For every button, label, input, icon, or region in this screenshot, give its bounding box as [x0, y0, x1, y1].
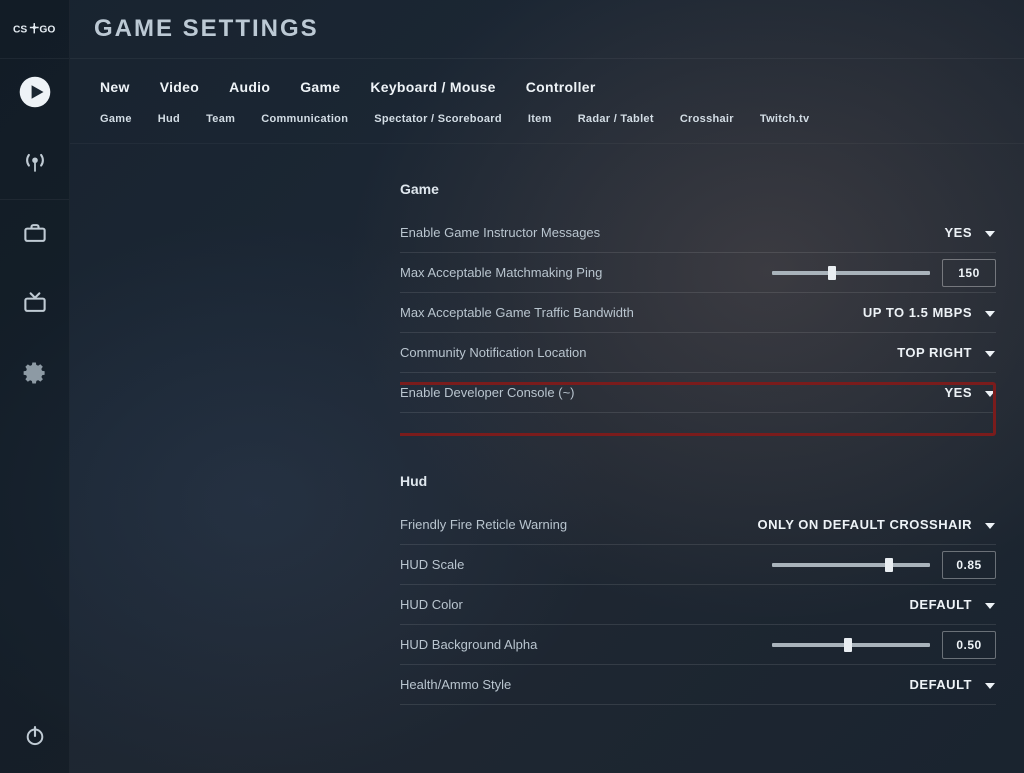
briefcase-icon	[21, 219, 49, 252]
left-rail: CS GO	[0, 0, 70, 773]
subtab-radar[interactable]: Radar / Tablet	[578, 113, 654, 125]
subtab-game[interactable]: Game	[100, 113, 132, 125]
tabs-main: New Video Audio Game Keyboard / Mouse Co…	[70, 59, 1024, 109]
tab-audio[interactable]: Audio	[229, 79, 270, 95]
tab-game[interactable]: Game	[300, 79, 340, 95]
row-label: Max Acceptable Matchmaking Ping	[400, 265, 772, 280]
tabs-sub: Game Hud Team Communication Spectator / …	[70, 109, 1024, 144]
chevron-down-icon	[984, 599, 996, 611]
row-label: Enable Game Instructor Messages	[400, 225, 944, 240]
subtab-team[interactable]: Team	[206, 113, 235, 125]
nav-play[interactable]	[0, 59, 70, 129]
tv-icon	[21, 289, 49, 322]
dropdown-notif[interactable]: TOP RIGHT	[897, 345, 996, 360]
nav-watch[interactable]	[0, 270, 70, 340]
subtab-hud[interactable]: Hud	[158, 113, 180, 125]
subtab-comm[interactable]: Communication	[261, 113, 348, 125]
subtab-crosshair[interactable]: Crosshair	[680, 113, 734, 125]
row-instructor: Enable Game Instructor Messages YES	[400, 213, 996, 253]
dropdown-value: DEFAULT	[910, 597, 972, 612]
tab-controller[interactable]: Controller	[526, 79, 596, 95]
row-label: HUD Background Alpha	[400, 637, 772, 652]
slider-control: 150	[772, 259, 996, 287]
slider-ping[interactable]	[772, 271, 930, 275]
row-ping: Max Acceptable Matchmaking Ping 150	[400, 253, 996, 293]
value-box[interactable]: 0.50	[942, 631, 996, 659]
row-ff: Friendly Fire Reticle Warning ONLY ON DE…	[400, 505, 996, 545]
row-bandwidth: Max Acceptable Game Traffic Bandwidth UP…	[400, 293, 996, 333]
nav-inventory[interactable]	[0, 200, 70, 270]
row-console: Enable Developer Console (~) YES	[400, 373, 996, 413]
logo: CS GO	[0, 0, 69, 58]
row-alpha: HUD Background Alpha 0.50	[400, 625, 996, 665]
page-title: GAME SETTINGS	[94, 15, 319, 43]
row-label: Health/Ammo Style	[400, 677, 910, 692]
dropdown-value: DEFAULT	[910, 677, 972, 692]
dropdown-value: UP TO 1.5 MBPS	[863, 305, 972, 320]
slider-thumb[interactable]	[828, 266, 836, 280]
settings-panel: Game Enable Game Instructor Messages YES…	[400, 177, 996, 773]
slider-scale[interactable]	[772, 563, 930, 567]
dropdown-bandwidth[interactable]: UP TO 1.5 MBPS	[863, 305, 996, 320]
row-label: Max Acceptable Game Traffic Bandwidth	[400, 305, 863, 320]
dropdown-value: YES	[944, 225, 972, 240]
dropdown-value: ONLY ON DEFAULT CROSSHAIR	[757, 517, 972, 532]
chevron-down-icon	[984, 227, 996, 239]
row-label: HUD Scale	[400, 557, 772, 572]
dropdown-health[interactable]: DEFAULT	[910, 677, 996, 692]
subtab-twitch[interactable]: Twitch.tv	[760, 113, 810, 125]
svg-text:CS: CS	[13, 25, 27, 36]
slider-alpha[interactable]	[772, 643, 930, 647]
row-color: HUD Color DEFAULT	[400, 585, 996, 625]
dropdown-instructor[interactable]: YES	[944, 225, 996, 240]
play-icon	[18, 75, 52, 114]
chevron-down-icon	[984, 347, 996, 359]
dropdown-ff[interactable]: ONLY ON DEFAULT CROSSHAIR	[757, 517, 996, 532]
slider-thumb[interactable]	[844, 638, 852, 652]
dropdown-color[interactable]: DEFAULT	[910, 597, 996, 612]
broadcast-icon	[21, 148, 49, 181]
power-icon	[22, 723, 48, 754]
dropdown-console[interactable]: YES	[944, 385, 996, 400]
subtab-item[interactable]: Item	[528, 113, 552, 125]
subtab-spectator[interactable]: Spectator / Scoreboard	[374, 113, 502, 125]
slider-control: 0.50	[772, 631, 996, 659]
nav-settings[interactable]	[0, 340, 70, 410]
content: New Video Audio Game Keyboard / Mouse Co…	[70, 58, 1024, 773]
dropdown-value: YES	[944, 385, 972, 400]
value-box[interactable]: 0.85	[942, 551, 996, 579]
slider-control: 0.85	[772, 551, 996, 579]
header: GAME SETTINGS	[70, 0, 1024, 58]
chevron-down-icon	[984, 519, 996, 531]
row-label: HUD Color	[400, 597, 910, 612]
nav-broadcast[interactable]	[0, 129, 70, 199]
tab-keyboard[interactable]: Keyboard / Mouse	[370, 79, 495, 95]
chevron-down-icon	[984, 387, 996, 399]
chevron-down-icon	[984, 679, 996, 691]
value-box[interactable]: 150	[942, 259, 996, 287]
row-label: Friendly Fire Reticle Warning	[400, 517, 757, 532]
section-title-hud: Hud	[400, 473, 996, 489]
slider-thumb[interactable]	[885, 558, 893, 572]
tab-video[interactable]: Video	[160, 79, 199, 95]
chevron-down-icon	[984, 307, 996, 319]
row-label: Community Notification Location	[400, 345, 897, 360]
row-label: Enable Developer Console (~)	[400, 385, 944, 400]
row-health: Health/Ammo Style DEFAULT	[400, 665, 996, 705]
dropdown-value: TOP RIGHT	[897, 345, 972, 360]
row-notif: Community Notification Location TOP RIGH…	[400, 333, 996, 373]
section-title-game: Game	[400, 181, 996, 197]
svg-text:GO: GO	[39, 25, 55, 36]
tab-new[interactable]: New	[100, 79, 130, 95]
row-scale: HUD Scale 0.85	[400, 545, 996, 585]
nav-power[interactable]	[0, 703, 70, 773]
gear-icon	[21, 359, 49, 392]
